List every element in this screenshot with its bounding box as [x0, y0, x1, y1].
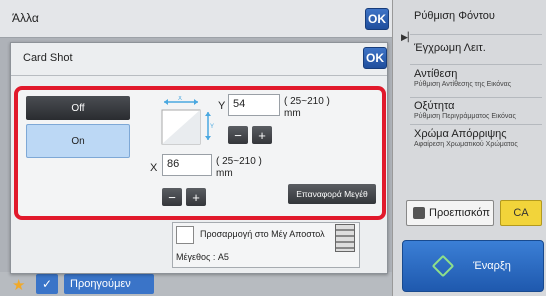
menu-item-label: Χρώμα Απόρριψης	[414, 128, 507, 140]
fit-to-size-label: Προσαρμογή στο Μέγ Αποστολ	[200, 229, 325, 239]
paper-size-icon	[335, 224, 355, 252]
y-value-field[interactable]: 54	[228, 94, 280, 116]
bottom-bar	[0, 272, 392, 296]
x-label: X	[150, 162, 158, 174]
menu-item-sublabel: Ρύθμιση Περιγράμματος Εικόνας	[414, 113, 516, 120]
card-diagram-icon: X Y	[161, 96, 214, 145]
y-minus-button[interactable]: −	[228, 126, 248, 144]
y-label: Y	[218, 100, 226, 112]
preview-button[interactable]: Προεπισκόπ	[406, 200, 494, 226]
menu-item-label: Οξύτητα	[414, 100, 455, 112]
menu-item-label: Έγχρωμη Λειτ.	[414, 42, 486, 54]
start-icon	[431, 254, 455, 278]
x-plus-button[interactable]: +	[186, 188, 206, 206]
divider	[410, 97, 542, 98]
dialog-title: Card Shot	[23, 52, 73, 64]
menu-item-label: Ρύθμιση Φόντου	[414, 10, 495, 22]
page-title: Άλλα	[12, 11, 39, 25]
menu-item-dropout-color[interactable]: Χρώμα Απόρριψης Αφαίρεση Χρωματικού Χρώμ…	[414, 128, 544, 148]
preview-label: Προεπισκόπ	[429, 207, 490, 219]
on-toggle[interactable]: On	[26, 124, 130, 158]
menu-item-color-mode[interactable]: Έγχρωμη Λειτ.	[414, 42, 544, 54]
divider	[410, 124, 542, 125]
y-plus-button[interactable]: +	[252, 126, 272, 144]
svg-text:X: X	[178, 96, 182, 102]
off-toggle[interactable]: Off	[26, 96, 130, 120]
menu-item-sublabel: Αφαίρεση Χρωματικού Χρώματος	[414, 141, 518, 148]
menu-item-background[interactable]: Ρύθμιση Φόντου	[414, 10, 544, 22]
menu-item-contrast[interactable]: Αντίθεση Ρύθμιση Αντίθεσης της Εικόνας	[414, 68, 544, 88]
back-button[interactable]: Προηγούμεν	[64, 274, 154, 294]
menu-item-sharpness[interactable]: Οξύτητα Ρύθμιση Περιγράμματος Εικόνας	[414, 100, 544, 120]
menu-item-label: Αντίθεση	[414, 68, 458, 80]
start-label: Έναρξη	[473, 260, 511, 272]
divider	[11, 75, 387, 76]
x-unit: mm	[216, 168, 233, 179]
divider	[410, 64, 542, 65]
y-unit: mm	[284, 108, 301, 119]
divider	[410, 34, 542, 35]
x-value-field[interactable]: 86	[162, 154, 212, 176]
x-range: ( 25~210 )	[216, 156, 262, 167]
svg-text:Y: Y	[210, 124, 214, 130]
favorite-star-icon[interactable]: ★	[12, 276, 25, 294]
reset-size-button[interactable]: Επαναφορά Μεγέθ	[288, 184, 376, 204]
size-readout: Μέγεθος : A5	[176, 252, 229, 262]
top-bar: Άλλα	[0, 0, 392, 38]
fit-to-size-checkbox[interactable]	[176, 226, 194, 244]
check-icon[interactable]: ✓	[36, 274, 58, 294]
dialog-ok-button[interactable]: OK	[363, 47, 387, 69]
preview-icon	[413, 207, 425, 219]
header-ok-button[interactable]: OK	[365, 8, 389, 30]
y-range: ( 25~210 )	[284, 96, 330, 107]
x-minus-button[interactable]: −	[162, 188, 182, 206]
ca-button[interactable]: CA	[500, 200, 542, 226]
menu-item-sublabel: Ρύθμιση Αντίθεσης της Εικόνας	[414, 81, 512, 88]
start-button[interactable]: Έναρξη	[402, 240, 544, 292]
